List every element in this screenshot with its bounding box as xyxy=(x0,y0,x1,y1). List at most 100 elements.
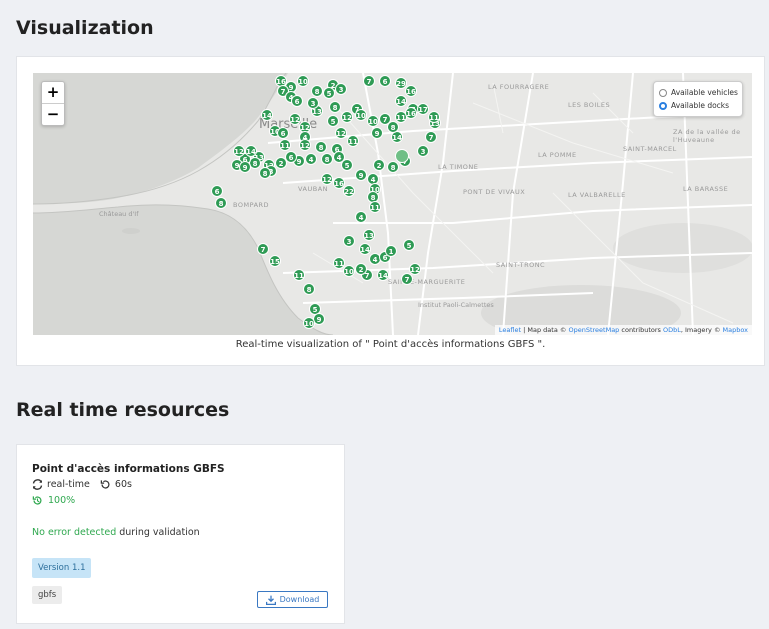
visualization-title: Visualization xyxy=(16,17,154,39)
station-marker[interactable]: 11 xyxy=(428,111,440,123)
station-marker[interactable]: 8 xyxy=(259,167,271,179)
visualization-caption: Real-time visualization of " Point d'acc… xyxy=(235,339,546,350)
station-marker[interactable]: 9 xyxy=(239,161,251,173)
station-marker[interactable]: 10 xyxy=(303,317,315,329)
zoom-out-button[interactable]: − xyxy=(42,103,64,125)
station-marker[interactable]: 5 xyxy=(403,239,415,251)
station-marker[interactable]: 14 xyxy=(359,243,371,255)
layer-option-docks[interactable]: Available docks xyxy=(659,99,737,112)
refresh-icon xyxy=(32,479,43,490)
station-marker[interactable]: 12 xyxy=(409,263,421,275)
docks-label: Available docks xyxy=(671,101,730,110)
station-marker[interactable]: 10 xyxy=(297,75,309,87)
mapbox-link[interactable]: Mapbox xyxy=(723,326,748,334)
vehicles-radio[interactable] xyxy=(659,88,667,97)
station-marker[interactable]: 12 xyxy=(233,145,245,157)
osm-link[interactable]: OpenStreetMap xyxy=(568,326,619,334)
docks-radio[interactable] xyxy=(659,101,667,110)
station-marker[interactable]: 2 xyxy=(275,157,287,169)
station-marker[interactable]: 8 xyxy=(311,85,323,97)
layer-control: Available vehicles Available docks xyxy=(653,81,743,117)
station-marker[interactable]: 14 xyxy=(261,109,273,121)
station-marker[interactable]: 7 xyxy=(401,273,413,285)
station-marker[interactable]: 7 xyxy=(379,113,391,125)
validation-status: No error detected during validation xyxy=(32,527,200,538)
station-marker[interactable]: 7 xyxy=(257,243,269,255)
download-button[interactable]: Download xyxy=(257,591,328,608)
map-label-boiles: LES BOILES xyxy=(568,101,611,109)
format-tag: gbfs xyxy=(32,586,63,604)
station-marker[interactable]: 16 xyxy=(405,85,417,97)
version-tag: Version 1.1 xyxy=(32,558,92,578)
station-marker[interactable]: 16 xyxy=(405,107,417,119)
station-marker[interactable]: 15 xyxy=(269,255,281,267)
station-marker[interactable]: 13 xyxy=(363,229,375,241)
station-marker[interactable]: 8 xyxy=(329,101,341,113)
station-marker[interactable]: 8 xyxy=(215,197,227,209)
station-marker[interactable]: 11 xyxy=(369,201,381,213)
attribution-text: | Map data © xyxy=(523,326,567,334)
station-marker[interactable]: 5 xyxy=(327,115,339,127)
layer-option-vehicles[interactable]: Available vehicles xyxy=(659,86,738,99)
map-label-barasse: LA BARASSE xyxy=(683,185,729,193)
station-marker[interactable]: 11 xyxy=(279,139,291,151)
station-marker[interactable]: 3 xyxy=(417,145,429,157)
station-marker[interactable]: 4 xyxy=(355,211,367,223)
station-marker[interactable]: 3 xyxy=(343,235,355,247)
station-marker[interactable]: 12 xyxy=(341,111,353,123)
station-marker[interactable]: 7 xyxy=(363,75,375,87)
station-marker[interactable]: 6 xyxy=(277,127,289,139)
station-marker[interactable]: 7 xyxy=(425,131,437,143)
station-marker[interactable]: 9 xyxy=(371,127,383,139)
resource-type: real-time xyxy=(47,479,90,490)
station-marker[interactable]: 8 xyxy=(387,161,399,173)
leaflet-link[interactable]: Leaflet xyxy=(499,326,521,334)
station-marker[interactable]: 10 xyxy=(355,109,367,121)
station-marker[interactable]: 12 xyxy=(321,173,333,185)
station-marker[interactable]: 6 xyxy=(211,185,223,197)
resource-title: Point d'accès informations GBFS xyxy=(32,463,225,475)
station-marker[interactable]: 12 xyxy=(299,139,311,151)
visualization-panel: LA FOURRAGERE LES BOILES ZA de la vallée… xyxy=(16,56,765,366)
station-marker[interactable]: 10 xyxy=(367,115,379,127)
availability-value: 100% xyxy=(48,495,76,506)
station-marker[interactable]: 4 xyxy=(333,151,345,163)
station-marker[interactable]: 12 xyxy=(335,127,347,139)
availability-icon xyxy=(32,496,42,505)
station-marker[interactable]: 8 xyxy=(321,153,333,165)
station-marker[interactable]: 6 xyxy=(379,75,391,87)
map-label-chateau: Château d'If xyxy=(99,210,139,218)
station-marker[interactable]: 14 xyxy=(395,95,407,107)
map-label-institut: Institut Paoli-Calmettes xyxy=(418,301,494,309)
station-marker[interactable]: 8 xyxy=(315,141,327,153)
station-marker[interactable]: 14 xyxy=(245,145,257,157)
station-marker[interactable]: 2 xyxy=(373,159,385,171)
station-marker-highlighted[interactable] xyxy=(395,149,409,163)
station-marker[interactable]: 17 xyxy=(417,103,429,115)
map-label-saint-marcel: SAINT-MARCEL xyxy=(623,145,677,153)
resource-interval: 60s xyxy=(114,479,132,490)
station-marker[interactable]: 14 xyxy=(377,269,389,281)
station-marker[interactable]: 11 xyxy=(347,135,359,147)
map-label-fourragere: LA FOURRAGERE xyxy=(488,83,550,91)
station-marker[interactable]: 3 xyxy=(335,83,347,95)
map-label-pomme: LA POMME xyxy=(538,151,577,159)
station-marker[interactable]: 5 xyxy=(323,87,335,99)
station-marker[interactable]: 8 xyxy=(303,283,315,295)
station-marker[interactable]: 11 xyxy=(293,269,305,281)
station-marker[interactable]: 4 xyxy=(305,153,317,165)
station-marker[interactable]: 22 xyxy=(343,185,355,197)
station-marker[interactable]: 6 xyxy=(291,95,303,107)
station-marker[interactable]: 9 xyxy=(355,169,367,181)
station-marker[interactable]: 3 xyxy=(307,97,319,109)
vehicles-label: Available vehicles xyxy=(671,88,738,97)
map-label-sainte-marguerite: SAINTE-MARGUERITE xyxy=(388,278,466,286)
odbl-link[interactable]: ODbL xyxy=(663,326,681,334)
zoom-in-button[interactable]: + xyxy=(42,82,64,103)
resource-card: Point d'accès informations GBFS real-tim… xyxy=(16,444,345,624)
map[interactable]: LA FOURRAGERE LES BOILES ZA de la vallée… xyxy=(33,73,752,335)
station-marker[interactable]: 1 xyxy=(385,245,397,257)
station-marker[interactable]: 10 xyxy=(343,265,355,277)
download-icon xyxy=(265,595,276,605)
station-marker[interactable]: 2 xyxy=(355,263,367,275)
